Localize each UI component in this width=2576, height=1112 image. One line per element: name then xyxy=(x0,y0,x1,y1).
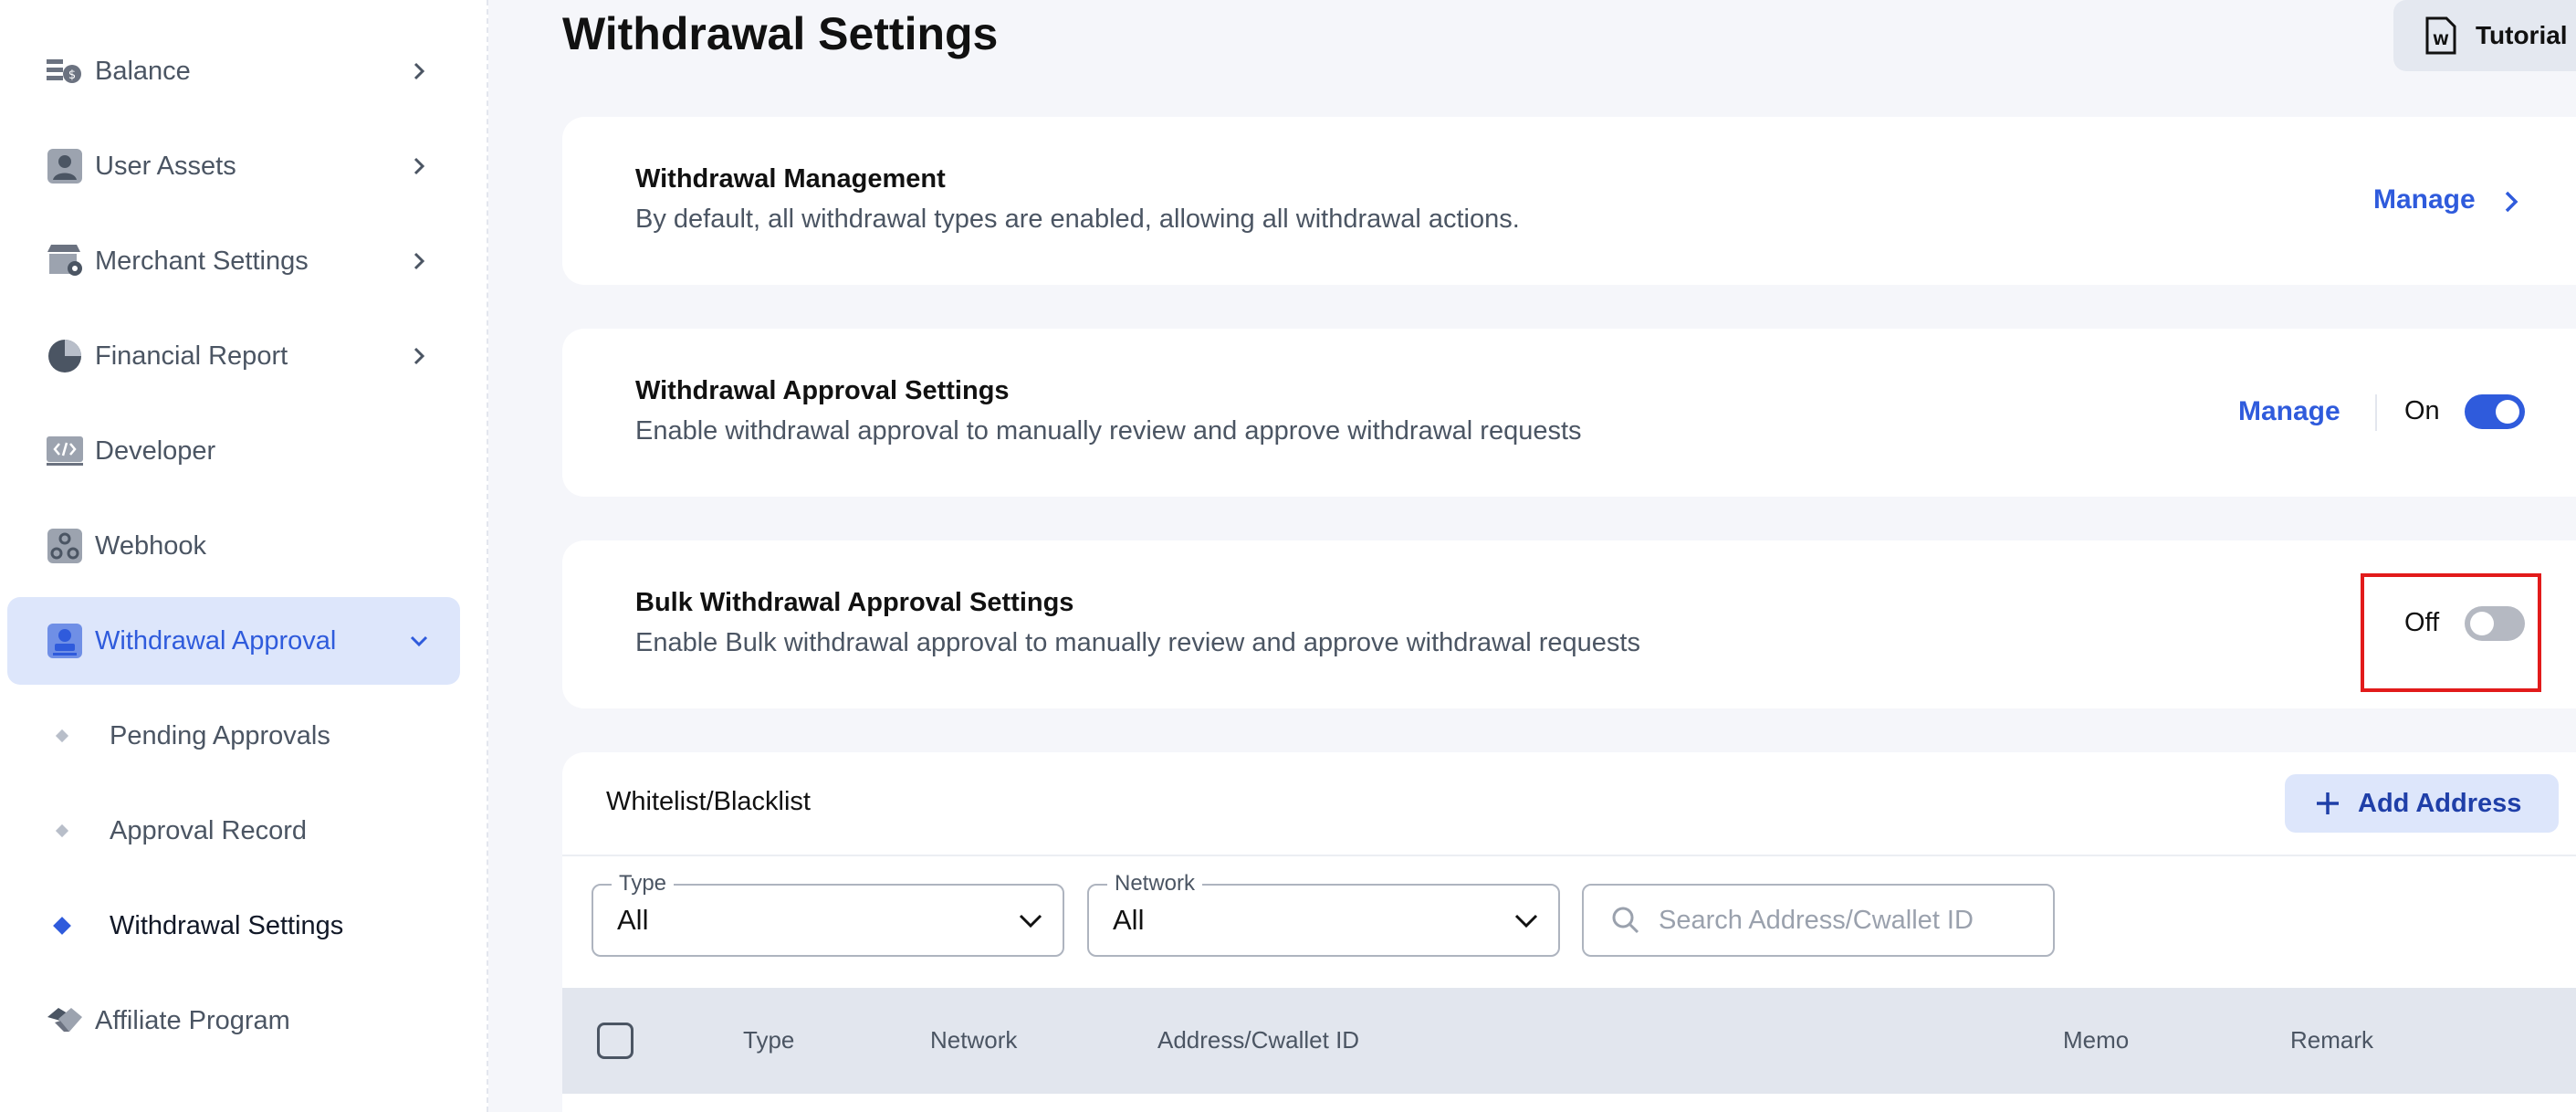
sidebar-subitem-withdrawal-settings[interactable]: Withdrawal Settings xyxy=(7,889,460,962)
withdrawal-approval-toggle[interactable] xyxy=(2465,394,2525,429)
sidebar-item-affiliate-program[interactable]: Affiliate Program xyxy=(7,977,460,1065)
highlight-box xyxy=(2361,573,2541,692)
bullet-icon xyxy=(55,729,69,743)
add-address-button[interactable]: Add Address xyxy=(2285,774,2559,833)
sidebar-item-developer[interactable]: Developer xyxy=(7,407,460,495)
table-header: Type Network Address/Cwallet ID Memo Rem… xyxy=(562,988,2576,1094)
sidebar-item-label: User Assets xyxy=(95,151,236,181)
network-select[interactable]: Network All xyxy=(1087,871,1560,957)
column-header-remark: Remark xyxy=(2290,1026,2374,1054)
bullet-icon xyxy=(53,917,71,935)
withdrawal-management-card: Withdrawal Management By default, all wi… xyxy=(562,117,2576,285)
approval-stamp-icon xyxy=(40,616,89,666)
sidebar-item-webhook[interactable]: Webhook xyxy=(7,502,460,590)
column-header-type: Type xyxy=(743,1026,795,1054)
card-title: Bulk Withdrawal Approval Settings xyxy=(635,588,1074,617)
card-description: Enable withdrawal approval to manually r… xyxy=(635,416,1582,446)
sidebar-item-financial-report[interactable]: Financial Report xyxy=(7,312,460,400)
chevron-down-icon xyxy=(405,627,433,655)
handshake-icon xyxy=(40,996,89,1045)
chevron-right-icon xyxy=(405,342,433,370)
sidebar-item-balance[interactable]: $ Balance xyxy=(7,27,460,115)
column-header-network: Network xyxy=(930,1026,1018,1054)
sidebar-item-label: Developer xyxy=(95,435,216,466)
sidebar-item-label: Merchant Settings xyxy=(95,246,309,276)
page-title: Withdrawal Settings xyxy=(562,8,999,59)
column-header-address: Address/Cwallet ID xyxy=(1157,1026,1360,1054)
divider xyxy=(2375,394,2377,431)
sidebar-item-label: Affiliate Program xyxy=(95,1005,290,1035)
toggle-knob xyxy=(2496,400,2519,424)
sidebar-item-merchant-settings[interactable]: Merchant Settings xyxy=(7,217,460,305)
chevron-down-icon xyxy=(1514,914,1538,928)
divider xyxy=(562,855,2576,856)
user-assets-icon xyxy=(40,142,89,191)
section-title: Whitelist/Blacklist xyxy=(606,787,811,816)
sidebar-item-label: Withdrawal Approval xyxy=(95,625,337,656)
svg-text:W: W xyxy=(2433,31,2449,48)
column-header-memo: Memo xyxy=(2063,1026,2130,1054)
whitelist-blacklist-card: Whitelist/Blacklist Add Address Type All… xyxy=(562,752,2576,1112)
chevron-right-icon xyxy=(405,247,433,275)
manage-link[interactable]: Manage xyxy=(2373,184,2476,215)
sidebar-item-label: Webhook xyxy=(95,530,206,561)
manage-link[interactable]: Manage xyxy=(2238,396,2340,427)
svg-text:$: $ xyxy=(68,68,76,82)
bulk-withdrawal-approval-card: Bulk Withdrawal Approval Settings Enable… xyxy=(562,540,2576,708)
chevron-right-icon xyxy=(405,152,433,180)
sidebar-item-label: Balance xyxy=(95,56,191,86)
withdrawal-approval-card: Withdrawal Approval Settings Enable with… xyxy=(562,329,2576,497)
type-select[interactable]: Type All xyxy=(592,871,1064,957)
sidebar-item-withdrawal-approval[interactable]: Withdrawal Approval xyxy=(7,597,460,685)
balance-icon: $ xyxy=(40,47,89,96)
select-legend: Type xyxy=(612,871,675,897)
sidebar-subitem-label: Approval Record xyxy=(110,815,307,845)
search-input[interactable] xyxy=(1659,905,2005,936)
select-value: All xyxy=(1113,904,1145,936)
tutorial-label: Tutorial xyxy=(2476,21,2568,49)
select-legend: Network xyxy=(1107,871,1203,897)
sidebar-item-user-assets[interactable]: User Assets xyxy=(7,122,460,210)
tutorial-button[interactable]: W Tutorial xyxy=(2393,0,2576,71)
chevron-down-icon xyxy=(1019,914,1042,928)
select-value: All xyxy=(617,904,649,936)
sidebar-subitem-approval-record[interactable]: Approval Record xyxy=(7,794,460,867)
add-address-label: Add Address xyxy=(2358,788,2522,818)
bullet-icon xyxy=(55,824,69,838)
select-all-checkbox[interactable] xyxy=(597,1023,634,1059)
plus-icon xyxy=(2317,792,2339,814)
toggle-state-label: On xyxy=(2404,396,2440,425)
sidebar-item-label: Financial Report xyxy=(95,341,288,371)
document-icon: W xyxy=(2425,16,2456,55)
sidebar-subitem-label: Pending Approvals xyxy=(110,720,330,750)
search-box xyxy=(1582,884,2055,957)
sidebar-subitem-label: Withdrawal Settings xyxy=(110,910,344,940)
merchant-settings-icon xyxy=(40,236,89,286)
card-title: Withdrawal Management xyxy=(635,164,946,194)
sidebar: $ Balance User Assets Merchant Settings … xyxy=(0,0,488,1112)
card-title: Withdrawal Approval Settings xyxy=(635,376,1010,405)
sidebar-subitem-pending-approvals[interactable]: Pending Approvals xyxy=(7,699,460,772)
card-description: By default, all withdrawal types are ena… xyxy=(635,205,1520,234)
chevron-right-icon xyxy=(405,58,433,85)
card-description: Enable Bulk withdrawal approval to manua… xyxy=(635,628,1640,657)
code-icon xyxy=(40,426,89,476)
chevron-right-icon xyxy=(2505,191,2518,213)
search-icon xyxy=(1612,907,1639,934)
pie-chart-icon xyxy=(40,331,89,381)
webhook-icon xyxy=(40,521,89,571)
